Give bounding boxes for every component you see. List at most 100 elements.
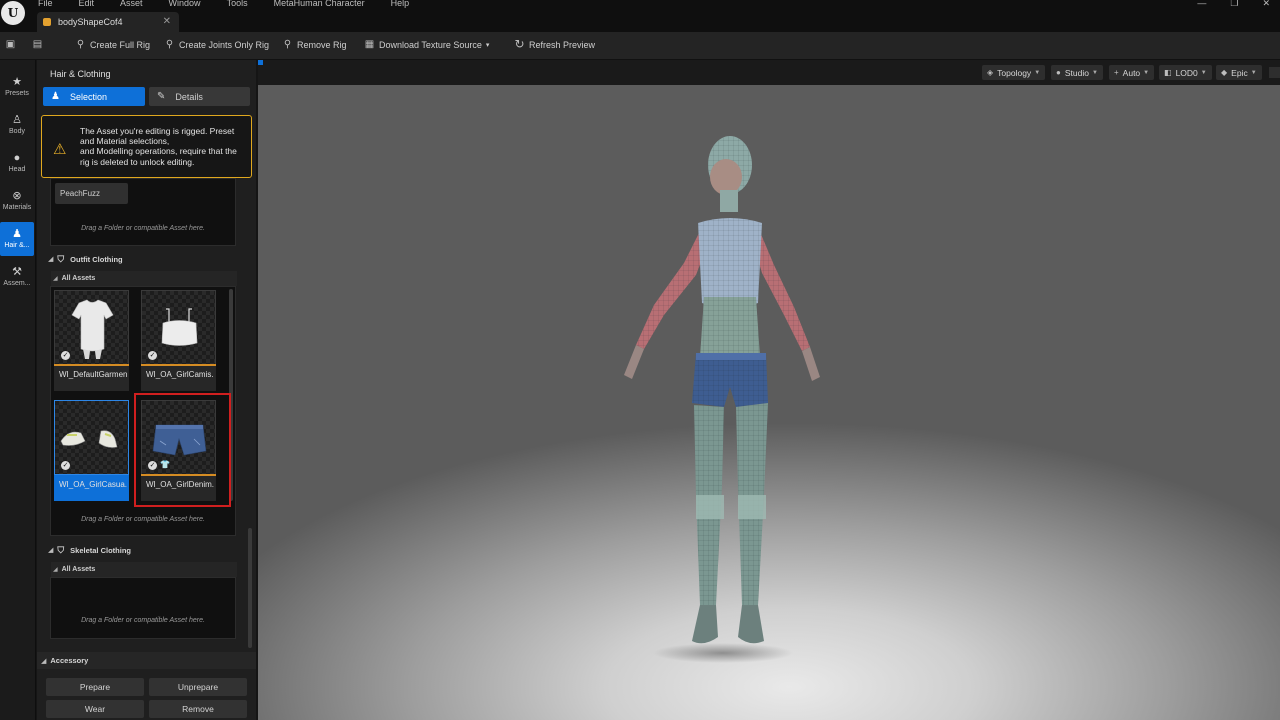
browse-button[interactable]: ▤	[32, 39, 47, 50]
menu-help[interactable]: Help	[391, 0, 410, 9]
chevron-down-icon: ▼	[1143, 69, 1150, 76]
clothing-icon: ⛉	[57, 544, 65, 555]
window-controls: — ❐ ✕	[1197, 0, 1270, 9]
asset-icon	[43, 18, 51, 26]
asset-tile-girl-camisole[interactable]: ✓ WI_OA_GirlCamis...	[141, 290, 216, 391]
rail-label: Body	[9, 128, 25, 135]
light-icon: ●	[1056, 68, 1061, 77]
remove-rig-button[interactable]: ⚲ Remove Rig	[282, 39, 347, 50]
asset-tile-label: WI_OA_GirlCamis...	[146, 370, 214, 379]
joints-icon: ⚲	[165, 39, 174, 50]
maximize-icon[interactable]: ❐	[1230, 0, 1238, 9]
viewport-options-button[interactable]	[1269, 67, 1280, 78]
studio-dropdown[interactable]: ● Studio ▼	[1051, 65, 1103, 80]
chevron-down-icon: ▼	[1034, 69, 1041, 76]
rail-item-body[interactable]: ♙ Body	[0, 108, 34, 142]
auto-label: Auto	[1122, 67, 1141, 78]
asset-tile-girl-casual[interactable]: ✓ WI_OA_GirlCasua...	[54, 400, 129, 501]
wear-button[interactable]: Wear	[46, 700, 144, 718]
check-icon: ✓	[148, 351, 157, 360]
menu-window[interactable]: Window	[169, 0, 201, 9]
chevron-down-icon: ◢	[41, 657, 47, 665]
warning-icon: ⚠	[53, 141, 67, 158]
rail-label: Head	[8, 166, 26, 173]
outfit-all-assets-header[interactable]: ◢ All Assets	[51, 271, 237, 286]
chevron-down-icon: ◢	[48, 547, 54, 554]
rail-item-head[interactable]: ● Head	[0, 146, 34, 180]
close-icon[interactable]: ✕	[163, 16, 171, 27]
all-assets-label: All Assets	[61, 566, 96, 573]
chevron-down-icon: ▼	[1091, 69, 1098, 76]
quality-dropdown[interactable]: ◆ Epic ▼	[1216, 65, 1262, 80]
tab-details-label: Details	[175, 91, 203, 102]
viewport-corner-marker	[258, 60, 263, 65]
topology-dropdown[interactable]: ◈ Topology ▼	[982, 65, 1046, 80]
selection-icon: ♟	[51, 91, 60, 102]
rail-item-assembly[interactable]: ⚒ Assem...	[0, 260, 34, 294]
skeletal-all-assets-header[interactable]: ◢ All Assets	[51, 562, 237, 577]
rail-label: Hair &...	[4, 242, 30, 249]
panel-scrollbar[interactable]	[248, 528, 252, 648]
asset-tile-label: WI_OA_GirlCasua...	[59, 480, 127, 489]
rail-item-materials[interactable]: ⊗ Materials	[0, 184, 34, 218]
cube-icon: ◧	[1164, 68, 1172, 77]
menu-asset[interactable]: Asset	[120, 0, 143, 9]
rail-item-hair-clothing[interactable]: ♟ Hair &...	[0, 222, 34, 256]
category-rail: ★ Presets ♙ Body ● Head ⊗ Materials ♟ Hair &.…	[0, 60, 36, 720]
menu-metahuman-character[interactable]: MetaHuman Character	[274, 0, 365, 9]
unprepare-button[interactable]: Unprepare	[149, 678, 247, 696]
viewport-toolbar: ◈ Topology ▼ ● Studio ▼ + Auto ▼ ◧ LOD0 ▼ ◆ Epic ▼	[258, 60, 1280, 85]
accessory-header[interactable]: ◢ Accessory	[41, 652, 88, 669]
topology-label: Topology	[997, 67, 1032, 78]
drop-hint: Drag a Folder or compatible Asset here.	[81, 516, 205, 523]
assembly-icon: ⚒	[12, 266, 22, 278]
studio-label: Studio	[1064, 67, 1089, 78]
chevron-down-icon: ◢	[53, 276, 58, 282]
quality-label: Epic	[1231, 67, 1248, 78]
create-joints-only-rig-button[interactable]: ⚲ Create Joints Only Rig	[164, 39, 269, 50]
chevron-down-icon: ◢	[48, 256, 54, 263]
minimize-icon[interactable]: —	[1197, 0, 1206, 9]
unreal-logo[interactable]: U	[1, 1, 25, 25]
rig-icon: ⚲	[76, 39, 85, 50]
auto-dropdown[interactable]: + Auto ▼	[1109, 65, 1155, 80]
remove-rig-label: Remove Rig	[297, 39, 347, 50]
star-icon: ★	[12, 76, 22, 88]
remove-rig-icon: ⚲	[283, 39, 292, 50]
lod-dropdown[interactable]: ◧ LOD0 ▼	[1159, 65, 1212, 80]
tab-selection[interactable]: ♟ Selection	[43, 87, 145, 106]
skeletal-clothing-header[interactable]: ◢ ⛉ Skeletal Clothing	[48, 541, 131, 559]
document-tab[interactable]: bodyShapeCof4 ✕	[37, 12, 179, 32]
save-icon: ▣	[5, 39, 16, 50]
asset-tile-underline	[54, 364, 129, 366]
drop-hint: Drag a Folder or compatible Asset here.	[81, 225, 205, 232]
viewport[interactable]: ◈ Topology ▼ ● Studio ▼ + Auto ▼ ◧ LOD0 ▼ ◆ Epic ▼	[258, 60, 1280, 720]
refresh-icon: ↻	[514, 37, 525, 51]
all-assets-label: All Assets	[61, 275, 96, 282]
texture-icon: ▦	[364, 39, 375, 50]
download-texture-source-label: Download Texture Source	[379, 39, 482, 50]
groom-asset-well: PeachFuzz Drag a Folder or compatible As…	[50, 178, 236, 246]
chevron-down-icon: ▼	[1200, 69, 1207, 76]
asset-tile-default-garment[interactable]: ✓ WI_DefaultGarment	[54, 290, 129, 391]
chevron-down-icon: ▼	[1250, 69, 1257, 76]
head-icon: ●	[13, 152, 21, 164]
outfit-clothing-header[interactable]: ◢ ⛉ Outfit Clothing	[48, 250, 123, 268]
tab-details[interactable]: ✎ Details	[149, 87, 250, 106]
hair-clothing-panel: Hair & Clothing ♟ Selection ✎ Details ⚠ Th…	[37, 60, 256, 720]
refresh-preview-button[interactable]: ↻ Refresh Preview	[514, 37, 595, 51]
save-button[interactable]: ▣	[5, 39, 20, 50]
peachfuzz-chip[interactable]: PeachFuzz	[55, 183, 128, 204]
materials-icon: ⊗	[12, 190, 22, 202]
menu-file[interactable]: File	[38, 0, 53, 9]
create-full-rig-button[interactable]: ⚲ Create Full Rig	[75, 39, 150, 50]
rail-item-presets[interactable]: ★ Presets	[0, 70, 34, 104]
window-close-icon[interactable]: ✕	[1262, 0, 1270, 9]
download-texture-source-button[interactable]: ▦ Download Texture Source ▾	[364, 39, 490, 50]
menu-edit[interactable]: Edit	[79, 0, 95, 9]
hair-clothing-icon: ♟	[12, 228, 22, 240]
menu-tools[interactable]: Tools	[227, 0, 248, 9]
prepare-button[interactable]: Prepare	[46, 678, 144, 696]
check-icon: ✓	[61, 461, 70, 470]
remove-button[interactable]: Remove	[149, 700, 247, 718]
